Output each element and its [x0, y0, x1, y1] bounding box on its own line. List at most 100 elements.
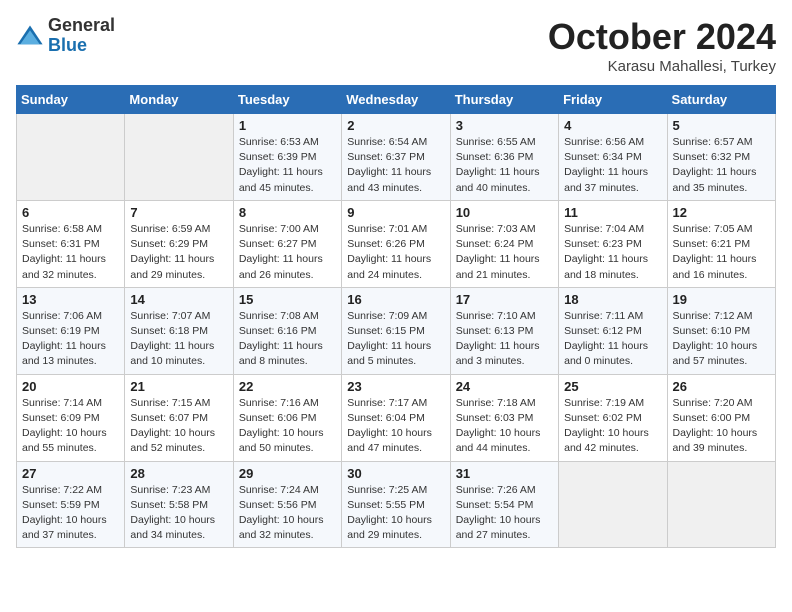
- calendar-cell: 10 Sunrise: 7:03 AMSunset: 6:24 PMDayligh…: [450, 200, 558, 287]
- calendar-cell: 25 Sunrise: 7:19 AMSunset: 6:02 PMDayligh…: [559, 374, 667, 461]
- day-number: 30: [347, 466, 444, 481]
- day-number: 17: [456, 292, 553, 307]
- calendar-cell: 21 Sunrise: 7:15 AMSunset: 6:07 PMDayligh…: [125, 374, 233, 461]
- calendar-cell: 14 Sunrise: 7:07 AMSunset: 6:18 PMDayligh…: [125, 287, 233, 374]
- weekday-header: Sunday: [17, 86, 125, 114]
- calendar-header-row: SundayMondayTuesdayWednesdayThursdayFrid…: [17, 86, 776, 114]
- day-number: 12: [673, 205, 770, 220]
- day-number: 10: [456, 205, 553, 220]
- calendar-week-row: 20Sunrise: 7:14 AMSunset: 6:09 PMDayligh…: [17, 374, 776, 461]
- calendar-cell: 24Sunrise: 7:18 AMSunset: 6:03 PMDayligh…: [450, 374, 558, 461]
- day-info: Sunrise: 7:07 AMSunset: 6:18 PMDaylight:…: [130, 309, 227, 370]
- weekday-header: Wednesday: [342, 86, 450, 114]
- logo-blue: Blue: [48, 35, 87, 55]
- day-info: Sunrise: 7:22 AMSunset: 5:59 PMDaylight:…: [22, 483, 119, 544]
- day-info: Sunrise: 7:09 AMSunset: 6:15 PMDaylight:…: [347, 309, 444, 370]
- calendar-week-row: 13 Sunrise: 7:06 AMSunset: 6:19 PMDayligh…: [17, 287, 776, 374]
- day-info: Sunrise: 6:54 AMSunset: 6:37 PMDaylight:…: [347, 135, 444, 196]
- calendar-week-row: 6Sunrise: 6:58 AMSunset: 6:31 PMDaylight…: [17, 200, 776, 287]
- calendar-cell: 5 Sunrise: 6:57 AMSunset: 6:32 PMDaylight…: [667, 114, 775, 201]
- day-number: 13: [22, 292, 119, 307]
- day-number: 2: [347, 118, 444, 133]
- day-info: Sunrise: 7:14 AMSunset: 6:09 PMDaylight:…: [22, 396, 119, 457]
- calendar-cell: [667, 461, 775, 548]
- day-number: 18: [564, 292, 661, 307]
- day-number: 27: [22, 466, 119, 481]
- day-number: 25: [564, 379, 661, 394]
- title-block: October 2024 Karasu Mahallesi, Turkey: [548, 16, 776, 75]
- day-info: Sunrise: 7:15 AMSunset: 6:07 PMDaylight:…: [130, 396, 227, 457]
- location-subtitle: Karasu Mahallesi, Turkey: [548, 58, 776, 75]
- calendar-cell: 2 Sunrise: 6:54 AMSunset: 6:37 PMDaylight…: [342, 114, 450, 201]
- month-title: October 2024: [548, 16, 776, 58]
- day-number: 7: [130, 205, 227, 220]
- calendar-cell: 18 Sunrise: 7:11 AMSunset: 6:12 PMDayligh…: [559, 287, 667, 374]
- day-info: Sunrise: 6:59 AMSunset: 6:29 PMDaylight:…: [130, 222, 227, 283]
- day-number: 21: [130, 379, 227, 394]
- day-info: Sunrise: 7:10 AMSunset: 6:13 PMDaylight:…: [456, 309, 553, 370]
- day-info: Sunrise: 7:11 AMSunset: 6:12 PMDaylight:…: [564, 309, 661, 370]
- day-info: Sunrise: 6:58 AMSunset: 6:31 PMDaylight:…: [22, 222, 119, 283]
- calendar-cell: 15 Sunrise: 7:08 AMSunset: 6:16 PMDayligh…: [233, 287, 341, 374]
- calendar-week-row: 27 Sunrise: 7:22 AMSunset: 5:59 PMDayligh…: [17, 461, 776, 548]
- day-number: 1: [239, 118, 336, 133]
- day-number: 16: [347, 292, 444, 307]
- day-number: 29: [239, 466, 336, 481]
- calendar-cell: 29 Sunrise: 7:24 AMSunset: 5:56 PMDayligh…: [233, 461, 341, 548]
- calendar-cell: 26Sunrise: 7:20 AMSunset: 6:00 PMDayligh…: [667, 374, 775, 461]
- day-info: Sunrise: 6:55 AMSunset: 6:36 PMDaylight:…: [456, 135, 553, 196]
- calendar-cell: 8 Sunrise: 7:00 AMSunset: 6:27 PMDaylight…: [233, 200, 341, 287]
- calendar-cell: 13 Sunrise: 7:06 AMSunset: 6:19 PMDayligh…: [17, 287, 125, 374]
- day-number: 3: [456, 118, 553, 133]
- day-info: Sunrise: 7:17 AMSunset: 6:04 PMDaylight:…: [347, 396, 444, 457]
- calendar-cell: 3 Sunrise: 6:55 AMSunset: 6:36 PMDaylight…: [450, 114, 558, 201]
- day-info: Sunrise: 7:06 AMSunset: 6:19 PMDaylight:…: [22, 309, 119, 370]
- calendar-cell: 16 Sunrise: 7:09 AMSunset: 6:15 PMDayligh…: [342, 287, 450, 374]
- day-number: 5: [673, 118, 770, 133]
- calendar-cell: [125, 114, 233, 201]
- day-info: Sunrise: 7:24 AMSunset: 5:56 PMDaylight:…: [239, 483, 336, 544]
- calendar-table: SundayMondayTuesdayWednesdayThursdayFrid…: [16, 85, 776, 548]
- weekday-header: Monday: [125, 86, 233, 114]
- logo: General Blue: [16, 16, 115, 56]
- day-number: 8: [239, 205, 336, 220]
- day-number: 23: [347, 379, 444, 394]
- weekday-header: Thursday: [450, 86, 558, 114]
- logo-icon: [16, 22, 44, 50]
- day-number: 14: [130, 292, 227, 307]
- weekday-header: Friday: [559, 86, 667, 114]
- calendar-week-row: 1Sunrise: 6:53 AMSunset: 6:39 PMDaylight…: [17, 114, 776, 201]
- day-info: Sunrise: 7:01 AMSunset: 6:26 PMDaylight:…: [347, 222, 444, 283]
- day-number: 11: [564, 205, 661, 220]
- calendar-cell: 6Sunrise: 6:58 AMSunset: 6:31 PMDaylight…: [17, 200, 125, 287]
- weekday-header: Saturday: [667, 86, 775, 114]
- day-info: Sunrise: 7:00 AMSunset: 6:27 PMDaylight:…: [239, 222, 336, 283]
- calendar-cell: 27 Sunrise: 7:22 AMSunset: 5:59 PMDayligh…: [17, 461, 125, 548]
- day-info: Sunrise: 7:19 AMSunset: 6:02 PMDaylight:…: [564, 396, 661, 457]
- day-info: Sunrise: 7:12 AMSunset: 6:10 PMDaylight:…: [673, 309, 770, 370]
- calendar-cell: [559, 461, 667, 548]
- day-number: 24: [456, 379, 553, 394]
- day-number: 22: [239, 379, 336, 394]
- day-number: 4: [564, 118, 661, 133]
- calendar-cell: 30 Sunrise: 7:25 AMSunset: 5:55 PMDayligh…: [342, 461, 450, 548]
- day-info: Sunrise: 7:03 AMSunset: 6:24 PMDaylight:…: [456, 222, 553, 283]
- calendar-cell: 4 Sunrise: 6:56 AMSunset: 6:34 PMDaylight…: [559, 114, 667, 201]
- day-number: 19: [673, 292, 770, 307]
- day-info: Sunrise: 6:56 AMSunset: 6:34 PMDaylight:…: [564, 135, 661, 196]
- day-info: Sunrise: 7:25 AMSunset: 5:55 PMDaylight:…: [347, 483, 444, 544]
- calendar-cell: 9 Sunrise: 7:01 AMSunset: 6:26 PMDaylight…: [342, 200, 450, 287]
- day-info: Sunrise: 7:26 AMSunset: 5:54 PMDaylight:…: [456, 483, 553, 544]
- calendar-cell: 19 Sunrise: 7:12 AMSunset: 6:10 PMDayligh…: [667, 287, 775, 374]
- day-info: Sunrise: 7:20 AMSunset: 6:00 PMDaylight:…: [673, 396, 770, 457]
- calendar-cell: 1Sunrise: 6:53 AMSunset: 6:39 PMDaylight…: [233, 114, 341, 201]
- day-number: 9: [347, 205, 444, 220]
- day-info: Sunrise: 7:04 AMSunset: 6:23 PMDaylight:…: [564, 222, 661, 283]
- calendar-cell: 28Sunrise: 7:23 AMSunset: 5:58 PMDayligh…: [125, 461, 233, 548]
- day-info: Sunrise: 6:57 AMSunset: 6:32 PMDaylight:…: [673, 135, 770, 196]
- day-number: 15: [239, 292, 336, 307]
- page-header: General Blue October 2024 Karasu Mahalle…: [16, 16, 776, 75]
- day-info: Sunrise: 7:08 AMSunset: 6:16 PMDaylight:…: [239, 309, 336, 370]
- day-info: Sunrise: 7:16 AMSunset: 6:06 PMDaylight:…: [239, 396, 336, 457]
- calendar-cell: 31Sunrise: 7:26 AMSunset: 5:54 PMDayligh…: [450, 461, 558, 548]
